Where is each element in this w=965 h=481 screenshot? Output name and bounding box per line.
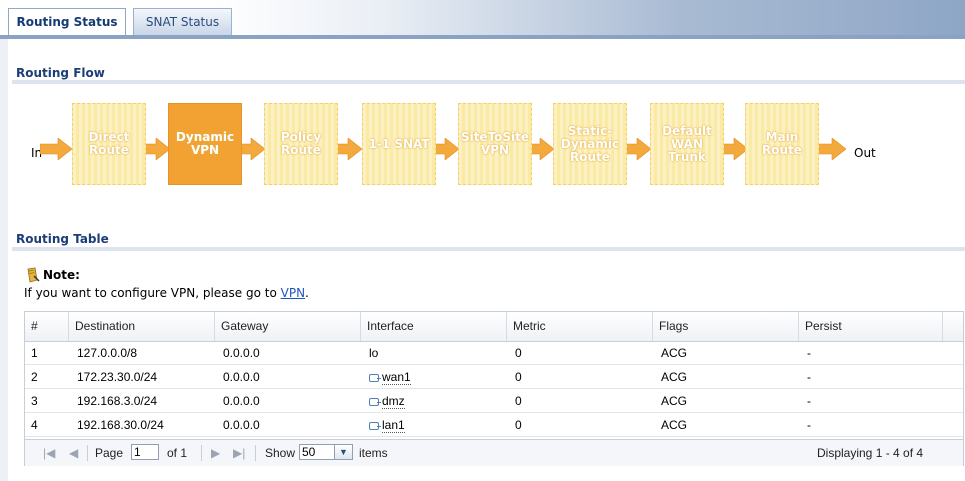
row-metric: 0: [515, 370, 522, 384]
flow-step-direct-route[interactable]: Direct Route: [72, 103, 146, 185]
flow-step-default-wan-trunk[interactable]: Default WAN Trunk: [650, 103, 724, 185]
flow-step-static-dynamic-route[interactable]: Static- Dynamic Route: [553, 103, 627, 185]
col-header-persist[interactable]: Persist: [799, 312, 943, 341]
row-number: 1: [31, 346, 38, 360]
prev-page-icon[interactable]: ◀: [69, 440, 78, 466]
table-header: # Destination Gateway Interface Metric F…: [25, 312, 963, 342]
interface-link[interactable]: dmz: [382, 394, 405, 409]
row-gateway: 0.0.0.0: [223, 394, 260, 408]
interface-link[interactable]: lan1: [382, 418, 405, 433]
vpn-link[interactable]: VPN: [281, 286, 305, 300]
flow-out-label: Out: [854, 146, 876, 160]
note-icon: [27, 267, 40, 283]
interface-link[interactable]: wan1: [382, 370, 411, 385]
row-metric: 0: [515, 418, 522, 432]
row-interface: dmz: [369, 390, 405, 412]
row-destination: 192.168.30.0/24: [77, 418, 164, 432]
row-persist: -: [807, 394, 811, 408]
routing-flow-divider: [12, 80, 965, 84]
row-metric: 0: [515, 394, 522, 408]
interface-icon: [369, 421, 381, 430]
next-page-icon[interactable]: ▶: [211, 440, 220, 466]
row-interface: wan1: [369, 366, 411, 388]
row-interface: lan1: [369, 414, 405, 436]
row-persist: -: [807, 370, 811, 384]
show-label: Show: [265, 446, 296, 460]
row-destination: 127.0.0.0/8: [77, 346, 138, 360]
tab-snat-status[interactable]: SNAT Status: [133, 8, 232, 35]
row-gateway: 0.0.0.0: [223, 346, 260, 360]
col-header-gateway[interactable]: Gateway: [215, 312, 361, 341]
note-message: If you want to configure VPN, please go …: [24, 286, 281, 300]
tab-underline: [0, 35, 965, 39]
col-header-metric[interactable]: Metric: [507, 312, 653, 341]
table-row[interactable]: 3 192.168.3.0/24 0.0.0.0 dmz 0 ACG -: [25, 390, 963, 413]
row-persist: -: [807, 418, 811, 432]
routing-table: # Destination Gateway Interface Metric F…: [24, 311, 964, 466]
col-header-flags[interactable]: Flags: [653, 312, 799, 341]
row-flags: ACG: [661, 346, 688, 360]
row-flags: ACG: [661, 370, 688, 384]
flow-step-main-route[interactable]: Main Route: [745, 103, 819, 185]
row-persist: -: [807, 346, 811, 360]
flow-step-label: 1-1 SNAT: [368, 136, 430, 151]
last-page-icon[interactable]: ▶|: [233, 440, 245, 466]
flow-step-label: Main Route: [762, 130, 802, 157]
first-page-icon[interactable]: |◀: [43, 440, 55, 466]
row-destination: 192.168.3.0/24: [77, 394, 158, 408]
displaying-count: Displaying 1 - 4 of 4: [817, 446, 924, 460]
flow-step-label: Default WAN Trunk: [662, 123, 712, 164]
flow-step-label: Direct Route: [88, 130, 130, 157]
routing-table-divider: [12, 247, 965, 251]
row-number: 3: [31, 394, 38, 408]
interface-icon: [369, 373, 381, 382]
flow-step-dynamic-vpn[interactable]: Dynamic VPN: [168, 103, 242, 185]
row-flags: ACG: [661, 418, 688, 432]
row-metric: 0: [515, 346, 522, 360]
pager-separator: [255, 445, 256, 461]
flow-arrow-icon: [40, 138, 72, 160]
flow-step-label: Policy Route: [280, 130, 322, 157]
items-label: items: [359, 446, 388, 460]
pager-separator: [87, 445, 88, 461]
tab-routing-status[interactable]: Routing Status: [8, 8, 126, 35]
routing-table-title: Routing Table: [16, 232, 109, 246]
page-total-label: of 1: [167, 446, 188, 460]
page-label: Page: [95, 446, 124, 460]
note-title: Note:: [43, 268, 80, 282]
col-header-interface[interactable]: Interface: [361, 312, 507, 341]
row-interface: lo: [369, 346, 379, 360]
flow-step-label: Static- Dynamic Route: [560, 123, 620, 164]
table-row[interactable]: 4 192.168.30.0/24 0.0.0.0 lan1 0 ACG -: [25, 414, 963, 437]
flow-step-sitetosite-vpn[interactable]: SiteToSite VPN: [458, 103, 532, 185]
flow-step-label: Dynamic VPN: [175, 130, 235, 157]
flow-step-1-1-snat[interactable]: 1-1 SNAT: [362, 103, 436, 185]
routing-flow-title: Routing Flow: [16, 66, 105, 80]
page-size-select[interactable]: 50: [299, 444, 335, 460]
col-header-number[interactable]: #: [25, 312, 69, 341]
chevron-down-icon[interactable]: ▼: [335, 444, 353, 460]
pager-separator: [201, 445, 202, 461]
row-number: 2: [31, 370, 38, 384]
row-gateway: 0.0.0.0: [223, 418, 260, 432]
pagination-bar: |◀ ◀ Page 1 of 1 ▶ ▶| Show 50 ▼ items Di…: [25, 439, 963, 466]
note-text: If you want to configure VPN, please go …: [24, 286, 309, 300]
flow-step-label: SiteToSite VPN: [460, 130, 530, 157]
row-number: 4: [31, 418, 38, 432]
panel-left-border: [0, 39, 8, 481]
flow-step-policy-route[interactable]: Policy Route: [264, 103, 338, 185]
table-row[interactable]: 1 127.0.0.0/8 0.0.0.0 lo 0 ACG -: [25, 342, 963, 365]
col-header-destination[interactable]: Destination: [69, 312, 215, 341]
interface-icon: [369, 397, 381, 406]
row-flags: ACG: [661, 394, 688, 408]
row-destination: 172.23.30.0/24: [77, 370, 158, 384]
note-period: .: [305, 286, 309, 300]
page-number-input[interactable]: 1: [131, 444, 159, 460]
row-gateway: 0.0.0.0: [223, 370, 260, 384]
table-row[interactable]: 2 172.23.30.0/24 0.0.0.0 wan1 0 ACG -: [25, 366, 963, 389]
